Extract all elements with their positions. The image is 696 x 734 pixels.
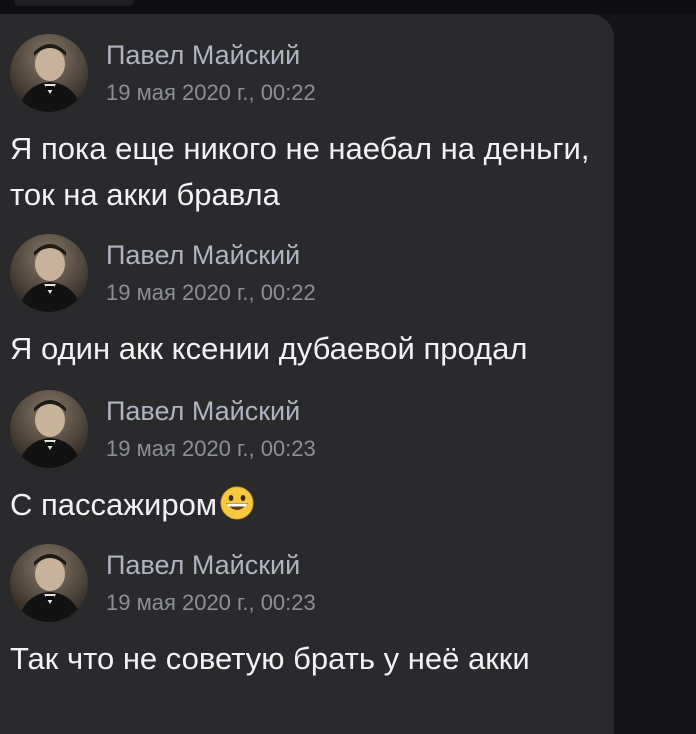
message-text: С пассажиром	[10, 487, 218, 522]
message-text: Так что не советую брать у неё акки	[10, 641, 530, 676]
message-text-container: С пассажиром	[10, 482, 600, 534]
message-text: Я пока еще никого не наебал на деньги, т…	[10, 131, 590, 212]
sender-avatar[interactable]	[10, 390, 88, 468]
message-timestamp: 19 мая 2020 г., 00:23	[106, 436, 316, 461]
sender-avatar[interactable]	[10, 234, 88, 312]
sender-name[interactable]: Павел Майский	[106, 40, 300, 71]
message-timestamp: 19 мая 2020 г., 00:23	[106, 590, 316, 615]
grinning-face-emoji-icon	[219, 485, 255, 534]
top-bar	[0, 0, 696, 14]
sender-avatar[interactable]	[10, 544, 88, 622]
top-tab	[14, 0, 134, 6]
sender-name[interactable]: Павел Майский	[106, 240, 300, 271]
message-timestamp: 19 мая 2020 г., 00:22	[106, 280, 316, 305]
message-text: Я один акк ксении дубаевой продал	[10, 331, 528, 366]
chat-panel: Павел Майский 19 мая 2020 г., 00:22 Я по…	[0, 14, 614, 734]
sender-name[interactable]: Павел Майский	[106, 396, 300, 427]
message-timestamp: 19 мая 2020 г., 00:22	[106, 80, 316, 105]
sender-avatar[interactable]	[10, 34, 88, 112]
sender-name[interactable]: Павел Майский	[106, 550, 300, 581]
